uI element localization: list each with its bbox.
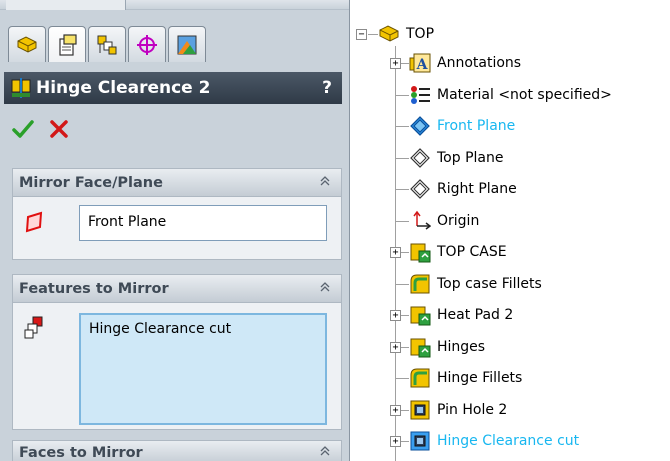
configuration-icon — [97, 35, 117, 54]
propertymanager-title-bar: Hinge Clearence 2 ? — [4, 72, 342, 104]
tree-item[interactable]: Hinges — [409, 332, 485, 362]
featuremanager-tab[interactable] — [8, 26, 46, 62]
features-icon — [24, 316, 43, 339]
group-title: Mirror Face/Plane — [19, 174, 163, 191]
feature-icon — [409, 241, 431, 263]
help-button[interactable]: ? — [312, 78, 342, 98]
property-sheet-icon — [59, 33, 77, 56]
expand-toggle[interactable]: + — [390, 342, 401, 353]
feature-tree-icon — [17, 35, 37, 53]
close-icon — [50, 120, 68, 138]
tree-connector-line — [395, 158, 409, 159]
featuremanager-design-tree: − TOP + A Annotations Material <not specifi… — [352, 0, 670, 461]
tree-connector-line — [395, 221, 409, 222]
tree-item[interactable]: Pin Hole 2 — [409, 395, 507, 425]
fillet-icon — [409, 367, 431, 389]
tree-item[interactable]: Right Plane — [409, 174, 517, 204]
dimxpert-tab[interactable] — [128, 26, 166, 62]
checkmark-icon — [12, 120, 34, 138]
faces-to-mirror-header[interactable]: Faces to Mirror — [13, 441, 341, 461]
tree-item[interactable]: Material <not specified> — [409, 80, 612, 110]
tree-item-label: Right Plane — [437, 181, 517, 197]
tree-item-label: TOP CASE — [437, 244, 507, 260]
propertymanager-tab[interactable] — [48, 26, 86, 62]
mirror-feature-icon — [11, 78, 31, 98]
list-item[interactable]: Hinge Clearance cut — [89, 321, 317, 337]
tree-item-label: Pin Hole 2 — [437, 402, 508, 418]
feature-icon — [409, 304, 431, 326]
tree-item-label: Material <not specified> — [437, 87, 612, 103]
features-selection-list[interactable]: Hinge Clearance cut — [79, 313, 327, 425]
expand-toggle[interactable]: + — [390, 58, 401, 69]
faces-to-mirror-group: Faces to Mirror — [12, 440, 342, 461]
tree-item[interactable]: Origin — [409, 206, 479, 236]
tree-item[interactable]: Hinge Clearance cut — [409, 426, 579, 456]
svg-text:A: A — [416, 57, 429, 73]
displaymanager-tab[interactable] — [168, 26, 206, 62]
part-icon — [379, 25, 399, 42]
expand-toggle[interactable]: + — [390, 247, 401, 258]
mirror-plane-selection-box[interactable]: Front Plane — [79, 205, 327, 241]
group-title: Faces to Mirror — [19, 444, 143, 461]
tree-connector-line — [395, 95, 409, 96]
material-icon — [409, 84, 431, 106]
tree-item[interactable]: Heat Pad 2 — [409, 300, 513, 330]
configurationmanager-tab[interactable] — [88, 26, 126, 62]
cut-icon — [409, 399, 431, 421]
collapse-chevron-icon[interactable] — [315, 279, 335, 299]
plane-icon — [409, 178, 431, 200]
collapse-chevron-icon[interactable] — [315, 443, 335, 461]
origin-icon — [409, 210, 432, 232]
property-manager-panel: Hinge Clearence 2 ? Mirror Face/Plane Fr… — [0, 0, 350, 461]
tree-item-label: Hinge Clearance cut — [437, 433, 580, 449]
panel-top-strip — [0, 0, 349, 10]
tree-item-label: Top case Fillets — [437, 276, 542, 292]
appearance-icon — [177, 35, 197, 54]
feature-icon — [409, 336, 431, 358]
tree-item-label: Annotations — [437, 55, 522, 71]
crosshair-icon — [137, 34, 157, 55]
ok-cancel-bar — [12, 118, 70, 140]
tree-item-label: Hinge Fillets — [437, 370, 523, 386]
face-plane-icon — [25, 211, 43, 233]
ok-button[interactable] — [12, 118, 34, 140]
manager-tab-bar — [8, 26, 208, 62]
tree-root-node[interactable]: TOP — [378, 19, 434, 49]
tree-item-label: Hinges — [437, 339, 486, 355]
tree-item[interactable]: TOP CASE — [409, 237, 507, 267]
tree-root-label: TOP — [406, 26, 435, 42]
collapse-chevron-icon[interactable] — [315, 173, 335, 193]
tree-item-label: Front Plane — [437, 118, 516, 134]
tree-item[interactable]: Front Plane — [409, 111, 515, 141]
expand-toggle[interactable]: + — [390, 405, 401, 416]
tree-item[interactable]: Top Plane — [409, 143, 503, 173]
group-title: Features to Mirror — [19, 280, 169, 297]
tree-item-label: Origin — [437, 213, 480, 229]
tree-item[interactable]: Top case Fillets — [409, 269, 542, 299]
features-to-mirror-group: Features to Mirror Hinge Clearance cut — [12, 274, 342, 430]
cut-icon — [409, 430, 431, 452]
tree-item[interactable]: A Annotations — [409, 48, 521, 78]
tree-connector-line — [395, 284, 409, 285]
cancel-button[interactable] — [48, 118, 70, 140]
tree-connector-line — [395, 189, 409, 190]
plane-icon — [409, 147, 431, 169]
tree-item[interactable]: Hinge Fillets — [409, 363, 522, 393]
features-to-mirror-header[interactable]: Features to Mirror — [13, 275, 341, 303]
expand-toggle[interactable]: + — [390, 436, 401, 447]
tree-item-label: Top Plane — [437, 150, 504, 166]
feature-title: Hinge Clearence 2 — [36, 78, 211, 98]
mirror-face-plane-group: Mirror Face/Plane Front Plane — [12, 168, 342, 260]
tree-connector-line — [395, 126, 409, 127]
tree-connector-line — [395, 378, 409, 379]
fillet-icon — [409, 273, 431, 295]
plane-icon — [409, 115, 431, 137]
expand-toggle[interactable]: + — [390, 310, 401, 321]
mirror-face-plane-header[interactable]: Mirror Face/Plane — [13, 169, 341, 197]
collapse-toggle[interactable]: − — [356, 29, 367, 40]
annotations-icon: A — [409, 52, 431, 74]
tree-item-label: Heat Pad 2 — [437, 307, 514, 323]
